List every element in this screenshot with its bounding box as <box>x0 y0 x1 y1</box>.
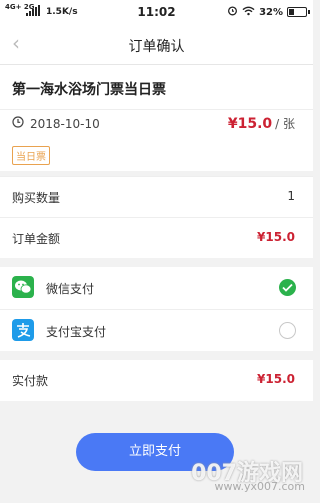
payment-option-wechat[interactable]: 微信支付 <box>0 267 313 309</box>
alipay-radio[interactable] <box>279 322 296 339</box>
wechat-pay-label: 微信支付 <box>46 282 95 296</box>
quantity-value: 1 <box>287 189 295 203</box>
status-right: 32% <box>227 5 310 19</box>
quantity-label: 购买数量 <box>12 191 61 205</box>
page-title: 订单确认 <box>128 39 185 55</box>
alipay-label: 支付宝支付 <box>46 325 107 339</box>
date-row: 2018-10-10 <box>12 116 100 131</box>
unit-price: ¥15.0/ 张 <box>228 115 295 132</box>
price-value: ¥15.0 <box>227 116 273 132</box>
total-value: ¥15.0 <box>257 372 295 386</box>
total-row: 实付款 ¥15.0 <box>0 360 313 401</box>
product-title: 第一海水浴场门票当日票 <box>12 82 166 98</box>
battery-icon <box>287 7 310 17</box>
alipay-icon <box>12 319 34 341</box>
ticket-type-badge: 当日票 <box>12 146 50 165</box>
clock-icon <box>12 116 24 131</box>
order-amount-row: 订单金额 ¥15.0 <box>0 217 313 258</box>
order-amount-label: 订单金额 <box>12 232 61 246</box>
wechat-pay-radio[interactable] <box>279 279 296 296</box>
price-unit: / 张 <box>275 117 295 131</box>
watermark-url: www.yx007.com <box>214 480 305 493</box>
alarm-icon <box>227 5 238 19</box>
payment-option-alipay[interactable]: 支付宝支付 <box>0 309 313 351</box>
visit-date: 2018-10-10 <box>30 116 100 131</box>
nav-bar: ‹ 订单确认 <box>0 24 313 65</box>
divider <box>0 109 313 110</box>
product-card: 第一海水浴场门票当日票 2018-10-10 ¥15.0/ 张 当日票 <box>0 65 313 171</box>
wifi-icon <box>242 6 255 19</box>
quantity-row: 购买数量 1 <box>0 176 313 217</box>
order-amount-value: ¥15.0 <box>257 230 295 244</box>
status-bar: 4G+ 2G 1.5K/s 11:02 32% <box>0 0 313 24</box>
total-label: 实付款 <box>12 374 49 388</box>
battery-percent: 32% <box>259 6 283 18</box>
wechat-pay-icon <box>12 276 34 298</box>
